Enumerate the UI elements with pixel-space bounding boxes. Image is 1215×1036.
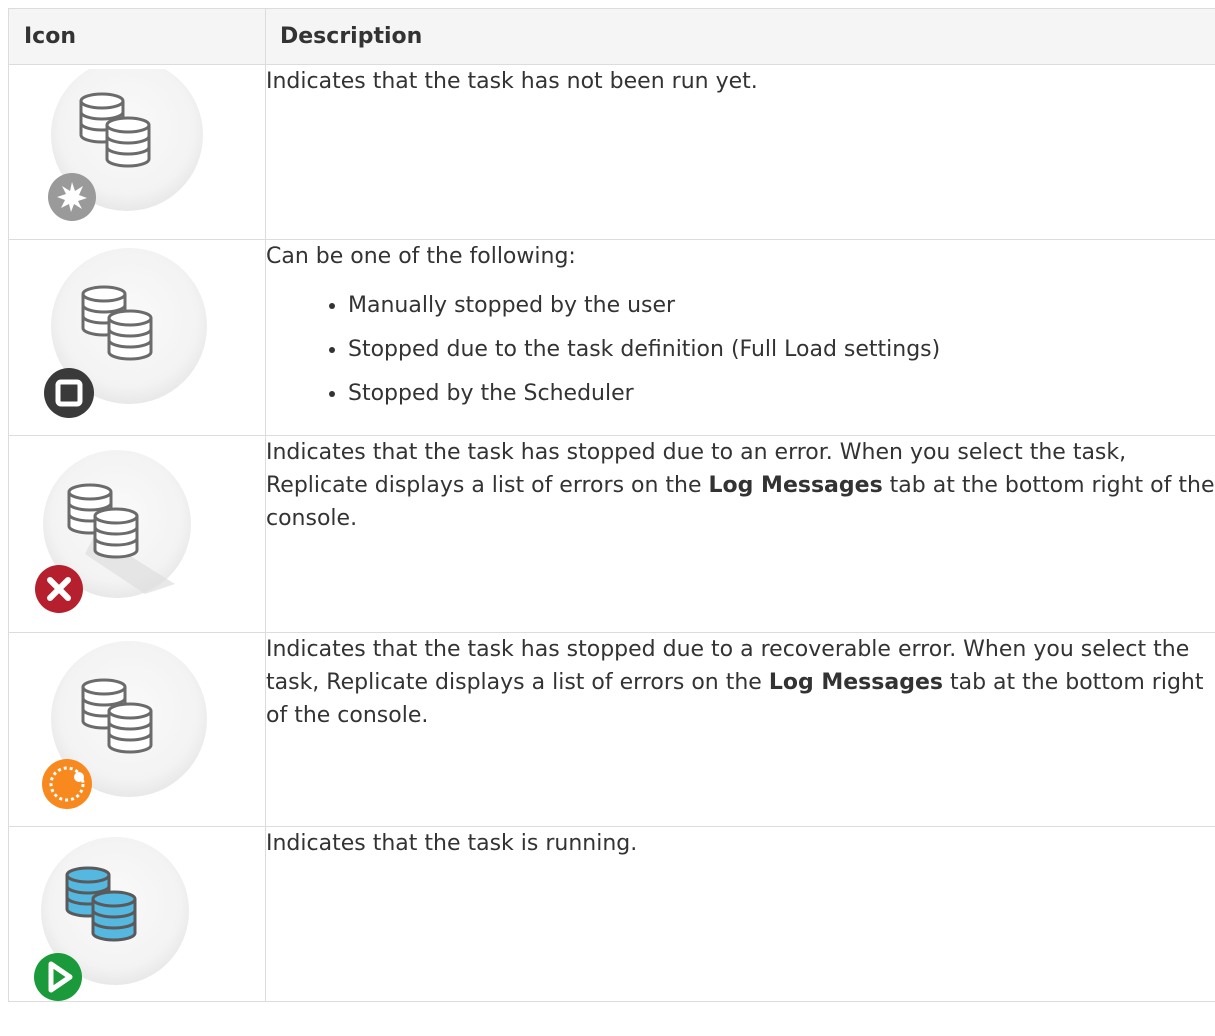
icon-cell [8,826,266,1002]
icon-column-header: Icon [8,8,266,65]
description-cell: Indicates that the task has stopped due … [265,632,1215,827]
list-item: Stopped due to the task definition (Full… [348,333,1215,367]
icon-cell [8,64,266,240]
description-cell: Can be one of the following: Manually st… [265,239,1215,436]
log-messages-tab-name: Log Messages [708,473,883,498]
task-status-table: Icon Description Indicates that the task… [8,8,1215,1002]
table-row: Indicates that the task has not been run… [8,64,1215,240]
table-row: Indicates that the task is running. [8,826,1215,1002]
description-cell: Indicates that the task is running. [265,826,1215,1002]
description-text: Indicates that the task has stopped due … [266,637,1204,728]
description-column-header: Description [265,8,1215,65]
running-task-icon [34,837,189,1001]
description-cell: Indicates that the task has not been run… [265,64,1215,240]
table-header-row: Icon Description [8,8,1215,65]
list-item: Manually stopped by the user [348,289,1215,323]
not-run-task-icon [48,69,203,221]
description-intro: Can be one of the following: [266,244,576,269]
table-row: Indicates that the task has stopped due … [8,632,1215,827]
log-messages-tab-name: Log Messages [768,670,943,695]
list-item: Stopped by the Scheduler [348,377,1215,411]
stop-reasons-list: Manually stopped by the user Stopped due… [266,289,1215,411]
icon-cell [8,632,266,827]
description-text: Indicates that the task has stopped due … [266,440,1215,531]
error-task-icon [35,450,191,613]
description-text: Indicates that the task is running. [266,831,638,856]
stopped-task-icon [44,248,207,418]
table-row: Indicates that the task has stopped due … [8,435,1215,633]
icon-cell [8,239,266,436]
description-text: Indicates that the task has not been run… [266,69,758,94]
description-cell: Indicates that the task has stopped due … [265,435,1215,633]
recoverable-error-task-icon [42,641,207,809]
icon-cell [8,435,266,633]
table-row: Can be one of the following: Manually st… [8,239,1215,436]
